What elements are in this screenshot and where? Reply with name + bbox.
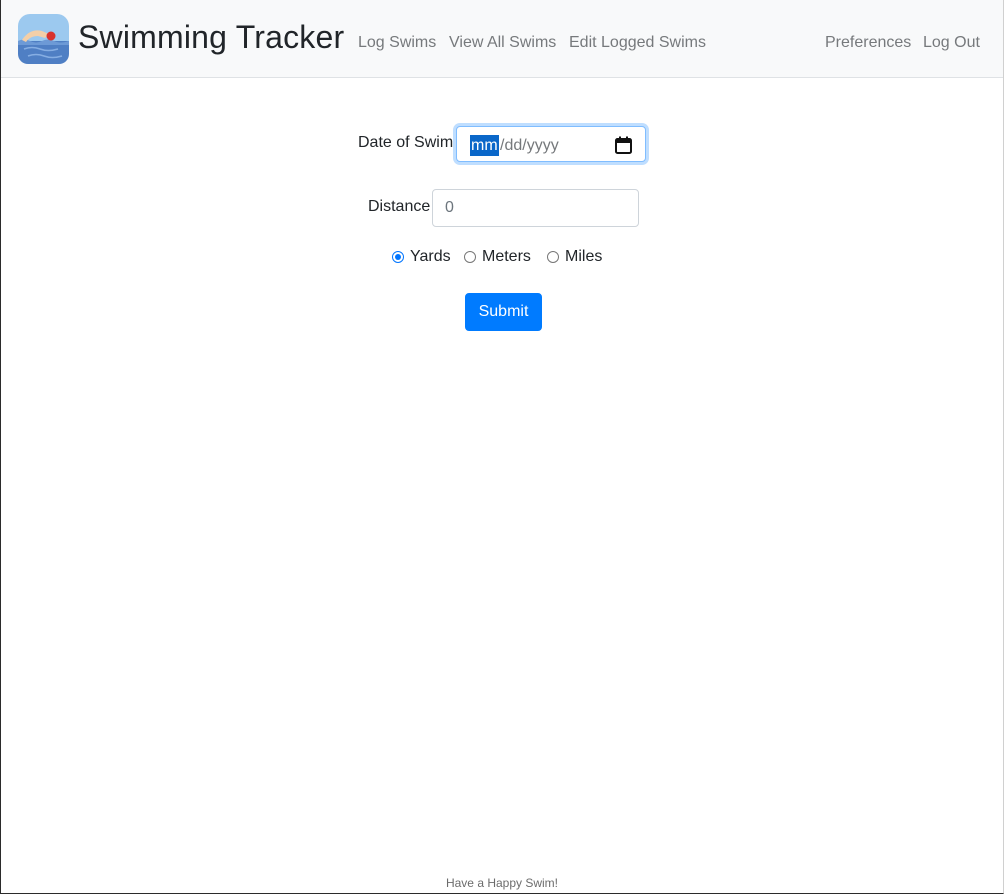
nav-link-log-swims[interactable]: Log Swims [358,32,436,54]
nav-link-view-all-swims[interactable]: View All Swims [449,32,556,54]
miles-radio[interactable] [547,251,559,263]
swimmer-icon[interactable] [18,14,69,64]
miles-label[interactable]: Miles [565,248,602,266]
brand-title[interactable]: Swimming Tracker [78,17,344,57]
meters-radio[interactable] [464,251,476,263]
unit-radio-meters[interactable]: Meters [464,248,531,266]
footer-text: Have a Happy Swim! [445,876,559,890]
date-row: Date of Swim [358,134,453,152]
date-of-swim-input[interactable]: mm /dd/yyyy [456,126,646,162]
unit-radio-yards[interactable]: Yards [392,248,451,266]
submit-button[interactable]: Submit [465,293,542,331]
calendar-icon[interactable] [615,136,632,154]
nav-link-preferences[interactable]: Preferences [825,32,911,54]
navbar: Swimming Tracker Log Swims View All Swim… [1,0,1003,78]
nav-link-log-out[interactable]: Log Out [923,32,980,54]
date-month-segment[interactable]: mm [470,135,499,156]
date-label: Date of Swim [358,134,454,151]
yards-label[interactable]: Yards [410,248,451,266]
date-day-year-segments[interactable]: /dd/yyyy [500,135,559,156]
distance-input[interactable] [432,189,639,227]
unit-radio-miles[interactable]: Miles [547,248,602,266]
nav-link-edit-logged-swims[interactable]: Edit Logged Swims [569,32,706,54]
distance-row: Distance [368,198,430,216]
yards-radio[interactable] [392,251,404,263]
meters-label[interactable]: Meters [482,248,531,266]
distance-label: Distance [368,198,431,215]
page: Swimming Tracker Log Swims View All Swim… [0,0,1004,894]
